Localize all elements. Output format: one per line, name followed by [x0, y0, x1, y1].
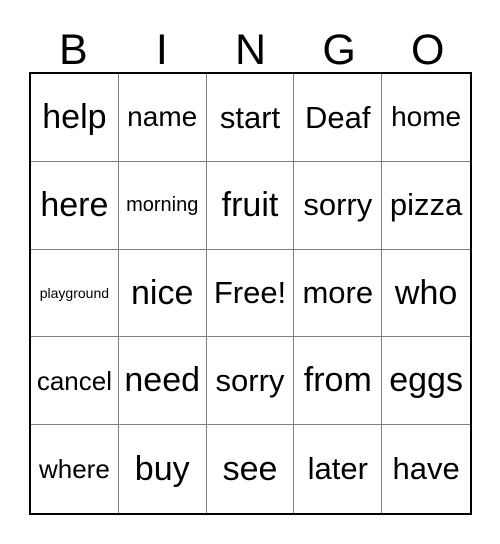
bingo-cell-label: nice [131, 273, 194, 312]
bingo-cell-i4[interactable]: need [118, 337, 207, 426]
bingo-cell-o1[interactable]: home [382, 74, 470, 162]
bingo-cell-label: Deaf [305, 99, 371, 135]
bingo-cell-label: later [307, 451, 368, 487]
bingo-cell-label: sorry [215, 362, 285, 398]
bingo-cell-g5[interactable]: later [294, 425, 383, 513]
bingo-cell-label: help [42, 98, 107, 137]
bingo-cell-b2[interactable]: here [31, 161, 119, 250]
bingo-cell-label: buy [134, 449, 190, 488]
bingo-cell-label: name [127, 101, 198, 133]
bingo-cell-g2[interactable]: sorry [294, 161, 383, 250]
bingo-cell-i3[interactable]: nice [118, 249, 207, 338]
bingo-cell-label: need [124, 361, 201, 400]
bingo-cell-g4[interactable]: from [294, 337, 383, 426]
bingo-cell-n2[interactable]: fruit [206, 161, 295, 250]
bingo-cell-g3[interactable]: more [294, 249, 383, 338]
bingo-cell-o3[interactable]: who [382, 249, 470, 338]
bingo-cell-label: fruit [221, 185, 279, 224]
bingo-cell-i5[interactable]: buy [118, 425, 207, 513]
bingo-cell-label: playground [39, 284, 110, 301]
bingo-cell-label: start [219, 99, 281, 135]
header-letter-b: B [58, 26, 88, 74]
bingo-cell-label: cancel [36, 365, 112, 396]
header-letter-o: O [410, 26, 445, 74]
header-letter-g: G [322, 26, 356, 74]
bingo-grid: help name start Deaf home here morning f… [29, 72, 472, 515]
bingo-card: B I N G O help name start Deaf home here… [0, 0, 500, 544]
bingo-cell-o4[interactable]: eggs [382, 337, 470, 426]
bingo-cell-label: home [391, 101, 462, 133]
bingo-cell-label: Free! [213, 275, 287, 311]
bingo-cell-label: from [303, 361, 372, 400]
bingo-cell-label: more [302, 275, 374, 311]
bingo-cell-label: who [394, 273, 458, 312]
bingo-cell-label: pizza [389, 187, 463, 223]
bingo-cell-label: here [40, 185, 109, 224]
bingo-cell-n4[interactable]: sorry [206, 337, 295, 426]
bingo-cell-i1[interactable]: name [118, 74, 207, 162]
bingo-cell-b5[interactable]: where [31, 425, 119, 513]
header-letter-i: I [155, 26, 168, 74]
bingo-cell-b1[interactable]: help [31, 74, 119, 162]
bingo-cell-o5[interactable]: have [382, 425, 470, 513]
bingo-cell-o2[interactable]: pizza [382, 161, 470, 250]
bingo-cell-label: eggs [389, 361, 463, 400]
bingo-cell-g1[interactable]: Deaf [294, 74, 383, 162]
bingo-cell-n5[interactable]: see [206, 425, 295, 513]
bingo-cell-label: have [392, 451, 460, 487]
header-letter-n: N [234, 26, 267, 74]
bingo-header-row: B I N G O [29, 18, 472, 72]
bingo-cell-i2[interactable]: morning [118, 161, 207, 250]
bingo-cell-label: sorry [303, 187, 373, 223]
bingo-cell-b4[interactable]: cancel [31, 337, 119, 426]
bingo-cell-label: morning [126, 194, 199, 216]
bingo-cell-free-space[interactable]: Free! [206, 249, 295, 338]
bingo-cell-label: where [38, 453, 110, 484]
bingo-cell-b3[interactable]: playground [31, 249, 119, 338]
bingo-cell-label: see [222, 449, 278, 488]
bingo-cell-n1[interactable]: start [206, 74, 295, 162]
